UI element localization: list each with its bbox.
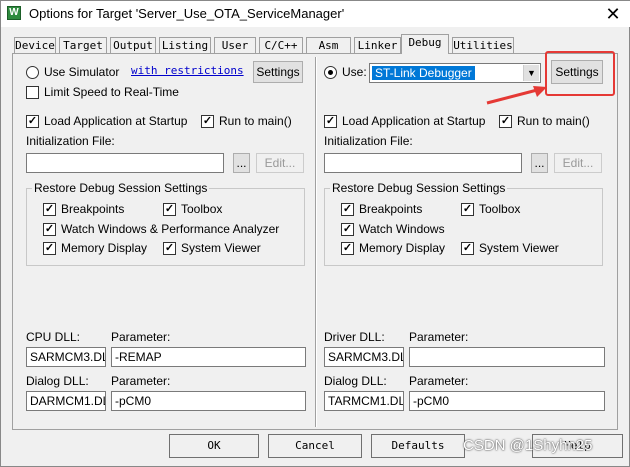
right-restore-group-title: Restore Debug Session Settings [330, 181, 508, 195]
cpu-param-input[interactable]: -REMAP [111, 347, 306, 367]
left-run-to-main-label: Run to main() [219, 114, 292, 128]
right-load-app-label: Load Application at Startup [342, 114, 486, 128]
limit-speed-label: Limit Speed to Real-Time [44, 85, 179, 99]
left-breakpoints-label: Breakpoints [61, 202, 125, 216]
right-breakpoints-checkbox[interactable]: ✓ [341, 203, 354, 216]
right-memory-label: Memory Display [359, 241, 446, 255]
tab-output[interactable]: Output [110, 37, 156, 53]
app-icon: W [7, 6, 21, 20]
left-memory-checkbox[interactable]: ✓ [43, 242, 56, 255]
use-debugger-radio[interactable] [324, 66, 337, 79]
left-toolbox-checkbox[interactable]: ✓ [163, 203, 176, 216]
cpu-param-label: Parameter: [111, 330, 171, 344]
right-toolbox-label: Toolbox [479, 202, 521, 216]
left-edit-button[interactable]: Edit... [256, 153, 304, 173]
right-run-to-main-checkbox[interactable]: ✓ [499, 115, 512, 128]
watermark-text: CSDN @1Shyhn25 [463, 437, 593, 454]
right-dialog-param-input[interactable]: -pCM0 [409, 391, 605, 411]
cpu-dll-label: CPU DLL: [26, 330, 81, 344]
simulator-settings-button[interactable]: Settings [253, 61, 303, 83]
right-watch-checkbox[interactable]: ✓ [341, 223, 354, 236]
right-browse-button[interactable]: ... [531, 153, 548, 173]
right-run-to-main-label: Run to main() [517, 114, 590, 128]
left-load-app-checkbox[interactable]: ✓ [26, 115, 39, 128]
right-system-viewer-checkbox[interactable]: ✓ [461, 242, 474, 255]
right-edit-button[interactable]: Edit... [554, 153, 602, 173]
cpu-dll-input[interactable]: SARMCM3.DLL [26, 347, 106, 367]
use-label: Use: [342, 65, 367, 79]
tab-cc[interactable]: C/C++ [259, 37, 303, 53]
title-bar: W Options for Target 'Server_Use_OTA_Ser… [1, 1, 630, 27]
tab-user[interactable]: User [214, 37, 256, 53]
right-dialog-dll-label: Dialog DLL: [324, 374, 387, 388]
defaults-button[interactable]: Defaults [371, 434, 465, 458]
right-breakpoints-label: Breakpoints [359, 202, 423, 216]
left-init-file-label: Initialization File: [26, 134, 115, 148]
left-dialog-param-label: Parameter: [111, 374, 171, 388]
driver-param-label: Parameter: [409, 330, 469, 344]
left-memory-label: Memory Display [61, 241, 148, 255]
right-load-app-checkbox[interactable]: ✓ [324, 115, 337, 128]
right-init-file-label: Initialization File: [324, 134, 413, 148]
tab-linker[interactable]: Linker [354, 37, 401, 53]
right-watch-label: Watch Windows [359, 222, 445, 236]
left-init-file-input[interactable] [26, 153, 224, 173]
right-dialog-dll-input[interactable]: TARMCM1.DLL [324, 391, 404, 411]
close-icon[interactable]: ✕ [601, 3, 625, 25]
cancel-button[interactable]: Cancel [268, 434, 362, 458]
use-simulator-radio[interactable] [26, 66, 39, 79]
left-run-to-main-checkbox[interactable]: ✓ [201, 115, 214, 128]
tab-device[interactable]: Device [14, 37, 56, 53]
left-toolbox-label: Toolbox [181, 202, 223, 216]
options-dialog: W Options for Target 'Server_Use_OTA_Ser… [0, 0, 630, 467]
left-load-app-label: Load Application at Startup [44, 114, 188, 128]
tab-listing[interactable]: Listing [159, 37, 211, 53]
debugger-select[interactable]: ST-Link Debugger ▼ [369, 63, 541, 83]
chevron-down-icon[interactable]: ▼ [523, 65, 539, 81]
right-system-viewer-label: System Viewer [479, 241, 559, 255]
debugger-select-value: ST-Link Debugger [372, 66, 475, 80]
tab-utilities[interactable]: Utilities [452, 37, 514, 53]
driver-param-input[interactable] [409, 347, 605, 367]
left-watch-label: Watch Windows & Performance Analyzer [61, 222, 280, 236]
settings-highlight-box [545, 51, 615, 96]
left-breakpoints-checkbox[interactable]: ✓ [43, 203, 56, 216]
left-watch-checkbox[interactable]: ✓ [43, 223, 56, 236]
right-toolbox-checkbox[interactable]: ✓ [461, 203, 474, 216]
left-system-viewer-label: System Viewer [181, 241, 261, 255]
window-title: Options for Target 'Server_Use_OTA_Servi… [29, 6, 345, 21]
driver-dll-input[interactable]: SARMCM3.DLL [324, 347, 404, 367]
tab-target[interactable]: Target [59, 37, 107, 53]
tab-asm[interactable]: Asm [306, 37, 351, 53]
ok-button[interactable]: OK [169, 434, 259, 458]
left-dialog-dll-label: Dialog DLL: [26, 374, 89, 388]
right-init-file-input[interactable] [324, 153, 522, 173]
driver-dll-label: Driver DLL: [324, 330, 385, 344]
left-system-viewer-checkbox[interactable]: ✓ [163, 242, 176, 255]
use-simulator-label: Use Simulator [44, 65, 120, 79]
left-dialog-param-input[interactable]: -pCM0 [111, 391, 306, 411]
left-dialog-dll-input[interactable]: DARMCM1.DLL [26, 391, 106, 411]
left-restore-group-title: Restore Debug Session Settings [32, 181, 210, 195]
right-dialog-param-label: Parameter: [409, 374, 469, 388]
right-memory-checkbox[interactable]: ✓ [341, 242, 354, 255]
restrictions-link[interactable]: with restrictions [131, 64, 244, 77]
annotation-arrow-icon [486, 86, 547, 105]
left-browse-button[interactable]: ... [233, 153, 250, 173]
limit-speed-checkbox[interactable] [26, 86, 39, 99]
panel-divider-highlight [316, 57, 317, 427]
tab-debug[interactable]: Debug [401, 34, 449, 54]
